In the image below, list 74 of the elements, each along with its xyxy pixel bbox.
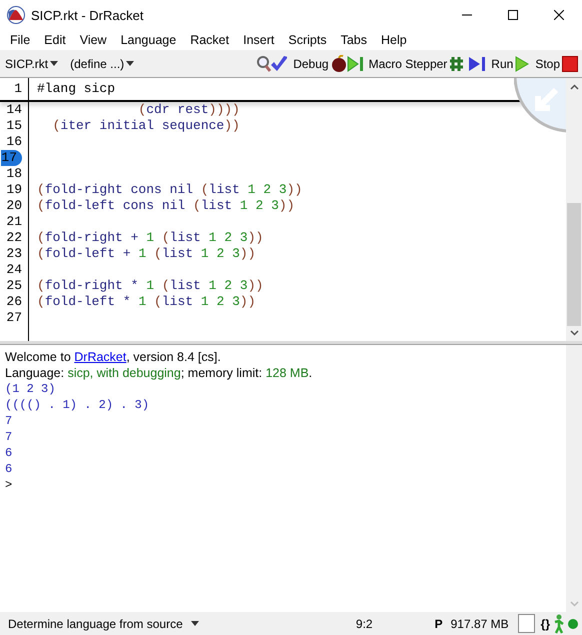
- menu-item[interactable]: View: [76, 33, 111, 47]
- menu-item[interactable]: Tabs: [336, 33, 371, 47]
- memory-usage[interactable]: 917.87 MB: [450, 616, 509, 630]
- line-number: 21: [6, 214, 22, 230]
- menu-item[interactable]: Scripts: [284, 33, 331, 47]
- maximize-icon[interactable]: [508, 10, 518, 20]
- line-number: 16: [6, 134, 22, 150]
- code-line: (fold-right * 1 (list 1 2 3)): [36, 278, 264, 294]
- check-syntax-icon: [257, 54, 288, 72]
- caret-icon: [190, 621, 199, 626]
- output-line: 6: [5, 445, 12, 461]
- line-number: 19: [6, 182, 22, 198]
- line-number: 14: [6, 102, 22, 118]
- output-line: 6: [5, 461, 12, 477]
- caret-icon: [126, 61, 134, 66]
- code-line: (iter initial sequence)): [52, 118, 240, 134]
- menu-item[interactable]: Language: [116, 33, 180, 47]
- code-line: (fold-left * 1 (list 1 2 3)): [36, 294, 256, 310]
- output-line: 7: [5, 413, 12, 429]
- menu-item[interactable]: Help: [376, 33, 411, 47]
- caret-icon: [50, 61, 58, 66]
- language-menu[interactable]: Determine language from source: [8, 616, 199, 630]
- code-line: #lang sicp: [36, 81, 116, 97]
- status-box: [518, 614, 535, 633]
- close-icon[interactable]: [554, 10, 564, 20]
- line-number: 1: [14, 80, 22, 98]
- macro-button[interactable]: Macro Stepper: [368, 54, 486, 72]
- line-number: 20: [6, 198, 22, 214]
- file-menu[interactable]: SICP.rkt: [4, 56, 60, 70]
- output-line: (1 2 3): [5, 381, 56, 397]
- code-line: (fold-right cons nil (list 1 2 3)): [36, 182, 302, 198]
- racket-logo-icon: [7, 6, 25, 24]
- window-title: SICP.rkt - DrRacket: [31, 8, 144, 22]
- line-number: 25: [6, 278, 22, 294]
- menu-item[interactable]: Racket: [186, 33, 234, 47]
- code-line: (fold-left cons nil (list 1 2 3)): [36, 198, 294, 214]
- scroll-down-icon: [570, 601, 578, 607]
- scroll-up-icon: [570, 84, 578, 90]
- braces-indicator: {}: [540, 616, 550, 630]
- line-number: 23: [6, 246, 22, 262]
- line-number: 17: [1, 150, 22, 166]
- line-number: 22: [6, 230, 22, 246]
- menu-item[interactable]: Edit: [40, 33, 70, 47]
- walking-figure-icon: [553, 614, 565, 634]
- macro-stepper-icon: [449, 54, 486, 72]
- run-button[interactable]: Run: [490, 54, 530, 72]
- check-syntax-button[interactable]: [256, 54, 288, 72]
- menu-item[interactable]: Insert: [239, 33, 278, 47]
- scroll-down-icon: [570, 330, 578, 336]
- debug-button[interactable]: Debug: [292, 54, 364, 72]
- output-line: 7: [5, 429, 12, 445]
- welcome-message: Welcome to DrRacket, version 8.4 [cs].: [5, 349, 222, 365]
- drracket-link[interactable]: DrRacket: [74, 350, 126, 364]
- cursor-position: 9:2: [356, 616, 373, 630]
- menu-item[interactable]: File: [6, 33, 34, 47]
- code-line: (fold-right + 1 (list 1 2 3)): [36, 230, 264, 246]
- output-line: (((() . 1) . 2) . 3): [5, 397, 150, 413]
- stop-icon: [562, 56, 578, 72]
- run-icon: [515, 54, 530, 72]
- line-number: 24: [6, 262, 22, 278]
- scrollbar-thumb[interactable]: [567, 203, 581, 326]
- code-line: (fold-left + 1 (list 1 2 3)): [36, 246, 256, 262]
- line-number: 18: [6, 166, 22, 182]
- line-number: 15: [6, 118, 22, 134]
- debug-icon: [330, 54, 363, 72]
- status-dot-icon: [568, 618, 578, 628]
- definitions-menu[interactable]: (define ...): [69, 56, 136, 70]
- code-line: (cdr rest)))): [137, 102, 240, 118]
- line-number: 26: [6, 294, 22, 310]
- mode-indicator: P: [434, 616, 443, 630]
- line-number: 27: [6, 310, 22, 326]
- stop-button[interactable]: Stop: [534, 56, 579, 72]
- prompt: >: [5, 477, 12, 493]
- language-info: Language: sicp, with debugging; memory limit: 128 MB.: [5, 365, 314, 381]
